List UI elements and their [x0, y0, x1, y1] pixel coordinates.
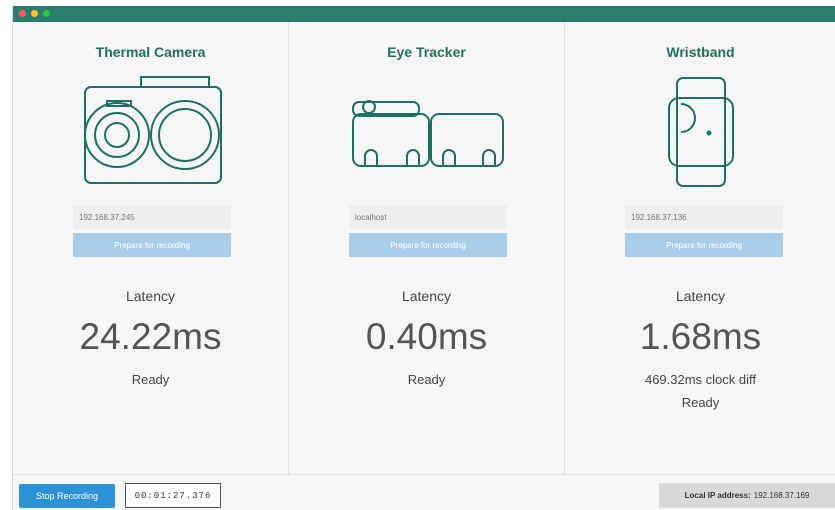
- ip-field[interactable]: [349, 206, 507, 229]
- latency-value: 24.22ms: [79, 316, 222, 357]
- local-ip-label: Local IP address:: [684, 491, 751, 500]
- device-title: Wristband: [666, 44, 735, 60]
- close-window-button[interactable]: [19, 10, 26, 17]
- prepare-recording-button[interactable]: Prepare for recording: [349, 233, 507, 257]
- prepare-recording-button[interactable]: Prepare for recording: [625, 233, 783, 257]
- device-title: Thermal Camera: [95, 44, 206, 60]
- wristband-icon: [565, 72, 835, 192]
- panel-wristband: Wristband Prepare for recording Latency …: [565, 22, 835, 474]
- panel-eye-tracker: Eye Tracker Prepare for recording Latenc…: [289, 22, 565, 474]
- minimize-window-button[interactable]: [31, 10, 38, 17]
- local-ip-value: 192.168.37.169: [753, 491, 810, 500]
- latency-label: Latency: [125, 288, 176, 304]
- local-ip-address: Local IP address: 192.168.37.169: [659, 483, 835, 508]
- ip-field[interactable]: [73, 206, 231, 229]
- ip-field[interactable]: [625, 206, 783, 229]
- thermal-camera-icon: [13, 72, 288, 192]
- bottom-bar: Stop Recording 00:01:27.376 Local IP add…: [13, 474, 835, 510]
- panel-thermal-camera: Thermal Camera Prepare for recording Lat…: [13, 22, 289, 474]
- status-text: Ready: [681, 395, 720, 410]
- latency-value: 1.68ms: [639, 316, 762, 357]
- maximize-window-button[interactable]: [43, 10, 50, 17]
- status-text: Ready: [131, 372, 170, 387]
- device-panels: Thermal Camera Prepare for recording Lat…: [13, 22, 835, 474]
- recording-timer: 00:01:27.376: [125, 483, 221, 508]
- latency-value: 0.40ms: [365, 316, 488, 357]
- clock-diff-text: 469.32ms clock diff: [644, 372, 757, 387]
- prepare-recording-button[interactable]: Prepare for recording: [73, 233, 231, 257]
- title-bar: [13, 6, 835, 22]
- latency-label: Latency: [401, 288, 452, 304]
- device-title: Eye Tracker: [387, 44, 466, 60]
- eye-tracker-icon: [289, 72, 564, 192]
- status-text: Ready: [407, 372, 446, 387]
- latency-label: Latency: [675, 288, 726, 304]
- stop-recording-button[interactable]: Stop Recording: [19, 484, 115, 508]
- app-window: Thermal Camera Prepare for recording Lat…: [12, 6, 835, 510]
